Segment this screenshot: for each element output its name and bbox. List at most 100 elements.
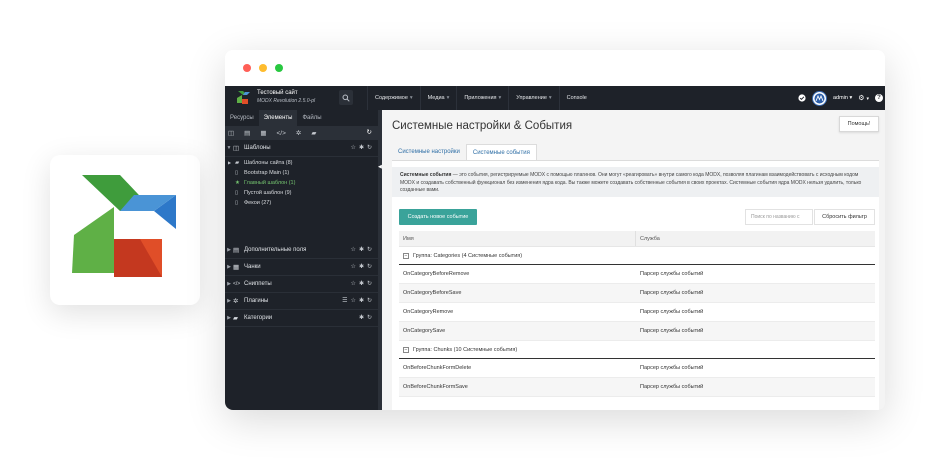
tree-section-label: Дополнительные поля: [244, 247, 307, 253]
collapse-icon[interactable]: −: [403, 346, 409, 353]
tab-elements[interactable]: Элементы: [258, 110, 298, 126]
search-icon: [342, 94, 350, 102]
tree-item-bootstrap-main[interactable]: ▯ Bootstrap Main (1): [225, 168, 378, 178]
tree-item-empty-template[interactable]: ▯ Пустой шаблон (9): [225, 188, 378, 198]
group-label: Группа: Chunks (10 Системные события): [413, 347, 518, 353]
menu-media[interactable]: Медиа ▾: [419, 86, 457, 110]
chevron-right-icon[interactable]: ▶: [225, 281, 233, 287]
new-category-icon[interactable]: ▰: [311, 129, 316, 137]
tree-section-plugins[interactable]: ▶ ✲ Плагины ☰ ☆ ✱ ↻: [225, 293, 378, 310]
refresh-icon[interactable]: ↻: [367, 246, 372, 253]
menu-apps[interactable]: Приложения ▾: [456, 86, 508, 110]
chevron-down-icon: ▾: [866, 96, 869, 102]
avatar-icon: [814, 93, 825, 103]
table-row[interactable]: OnBeforeChunkFormDelete Парсер службы соб…: [399, 359, 875, 378]
user-menu[interactable]: admin ▾: [833, 95, 852, 101]
star-icon[interactable]: ☆: [351, 263, 356, 270]
refresh-icon[interactable]: ↻: [367, 128, 372, 136]
add-icon[interactable]: ✱: [359, 144, 364, 151]
tree-section-tvs[interactable]: ▶ ▤ Дополнительные поля ☆ ✱ ↻: [225, 242, 378, 259]
tree-section-snippets[interactable]: ▶ </> Сниппеты ☆ ✱ ↻: [225, 276, 378, 293]
table-row[interactable]: OnBeforeChunkFormSave Парсер службы событ…: [399, 378, 875, 397]
menu-content[interactable]: Содержимое ▾: [367, 86, 420, 110]
close-window-button[interactable]: [243, 64, 251, 72]
refresh-icon[interactable]: ↻: [367, 314, 372, 321]
new-template-icon[interactable]: ◫: [228, 129, 234, 137]
create-event-button[interactable]: Создать новое событие: [399, 209, 477, 225]
add-icon[interactable]: ✱: [359, 246, 364, 253]
add-icon[interactable]: ✱: [359, 280, 364, 287]
check-badge-icon[interactable]: [798, 94, 806, 102]
menu-apps-label: Приложения: [464, 95, 497, 101]
chevron-right-icon[interactable]: ▶: [228, 158, 235, 168]
tv-icon: ▤: [233, 247, 240, 254]
tree-item-main-template[interactable]: ★ Главный шаблон (1): [225, 178, 378, 188]
template-tree: ▶ ▰ Шаблоны сайта (8) ▯ Bootstrap Main (1) …: [225, 158, 378, 208]
menu-console[interactable]: Console: [558, 86, 594, 110]
user-avatar[interactable]: [811, 90, 827, 106]
tree-item-label: Пустой шаблон (9): [244, 190, 292, 196]
table-row[interactable]: OnCategoryRemove Парсер службы событий: [399, 303, 875, 322]
refresh-icon[interactable]: ↻: [367, 280, 372, 287]
settings-menu[interactable]: ⚙ ▾: [858, 94, 869, 102]
table-row[interactable]: OnCategoryBeforeRemove Парсер службы собы…: [399, 265, 875, 284]
modx-logo-icon: [72, 175, 176, 277]
star-icon[interactable]: ☆: [351, 297, 356, 304]
collapse-icon[interactable]: −: [403, 252, 409, 259]
star-icon[interactable]: ☆: [351, 246, 356, 253]
refresh-icon[interactable]: ↻: [367, 263, 372, 270]
tab-resources[interactable]: Ресурсы: [225, 110, 259, 126]
search-button[interactable]: [339, 90, 353, 105]
star-icon[interactable]: ☆: [351, 144, 356, 151]
group-row-categories[interactable]: − Группа: Categories (4 Системные события…: [399, 247, 875, 265]
tree-item-fekoi[interactable]: ▯ Фекои (27): [225, 198, 378, 208]
chevron-right-icon[interactable]: ▶: [225, 264, 233, 270]
chevron-right-icon[interactable]: ▶: [225, 247, 233, 253]
help-icon[interactable]: ?: [875, 94, 883, 102]
menu-manage[interactable]: Управление ▾: [508, 86, 558, 110]
tree-section-categories[interactable]: ▶ ▰ Категории ✱ ↻: [225, 310, 378, 327]
add-icon[interactable]: ✱: [359, 297, 364, 304]
group-row-chunks[interactable]: − Группа: Chunks (10 Системные события): [399, 341, 875, 359]
new-chunk-icon[interactable]: ▦: [260, 129, 266, 137]
column-header-service[interactable]: Служба: [636, 231, 660, 246]
add-icon[interactable]: ✱: [359, 263, 364, 270]
modx-manager: Тестовый сайт MODX Revolution 2.5.0-pl С…: [225, 86, 885, 410]
new-plugin-icon[interactable]: ✲: [296, 129, 301, 137]
column-header-name[interactable]: Имя: [399, 231, 636, 246]
tree-section-chunks[interactable]: ▶ ▦ Чанки ☆ ✱ ↻: [225, 259, 378, 276]
star-icon[interactable]: ☆: [351, 280, 356, 287]
chevron-right-icon[interactable]: ▶: [225, 315, 233, 321]
modx-mini-logo-icon[interactable]: [235, 89, 253, 107]
tab-files[interactable]: Файлы: [297, 110, 326, 126]
minimize-window-button[interactable]: [259, 64, 267, 72]
maximize-window-button[interactable]: [275, 64, 283, 72]
help-button[interactable]: Помощь!: [839, 116, 879, 132]
site-info[interactable]: Тестовый сайт MODX Revolution 2.5.0-pl: [257, 89, 315, 105]
gear-icon: ⚙: [858, 95, 865, 102]
add-icon[interactable]: ✱: [359, 314, 364, 321]
search-events-input[interactable]: Поиск по названию с: [745, 209, 813, 225]
tab-system-settings[interactable]: Системные настройки: [392, 144, 466, 160]
chevron-down-icon[interactable]: ▼: [225, 145, 233, 151]
table-row[interactable]: OnCategoryBeforeSave Парсер службы событи…: [399, 284, 875, 303]
section-actions: ☆ ✱ ↻: [351, 246, 372, 253]
list-icon[interactable]: ☰: [342, 297, 347, 304]
menu-content-label: Содержимое: [375, 95, 408, 101]
refresh-icon[interactable]: ↻: [367, 144, 372, 151]
file-icon: ▯: [235, 200, 239, 206]
new-snippet-icon[interactable]: </>: [276, 130, 285, 137]
new-tv-icon[interactable]: ▤: [244, 129, 250, 137]
tab-system-events[interactable]: Системные события: [465, 144, 537, 160]
table-row[interactable]: OnCategorySave Парсер службы событий: [399, 322, 875, 341]
folder-icon: ▰: [235, 160, 240, 166]
snippet-icon: </>: [233, 281, 241, 287]
star-icon: ★: [235, 180, 240, 186]
section-actions: ☆ ✱ ↻: [351, 144, 372, 151]
sidebar-tabs: Ресурсы Элементы Файлы: [225, 110, 327, 126]
reset-filter-button[interactable]: Сбросить фильтр: [814, 209, 875, 225]
tree-section-templates[interactable]: ▼ ◫ Шаблоны ☆ ✱ ↻: [225, 140, 378, 157]
chevron-right-icon[interactable]: ▶: [225, 298, 233, 304]
refresh-icon[interactable]: ↻: [367, 297, 372, 304]
tree-item-site-templates[interactable]: ▶ ▰ Шаблоны сайта (8): [225, 158, 378, 168]
